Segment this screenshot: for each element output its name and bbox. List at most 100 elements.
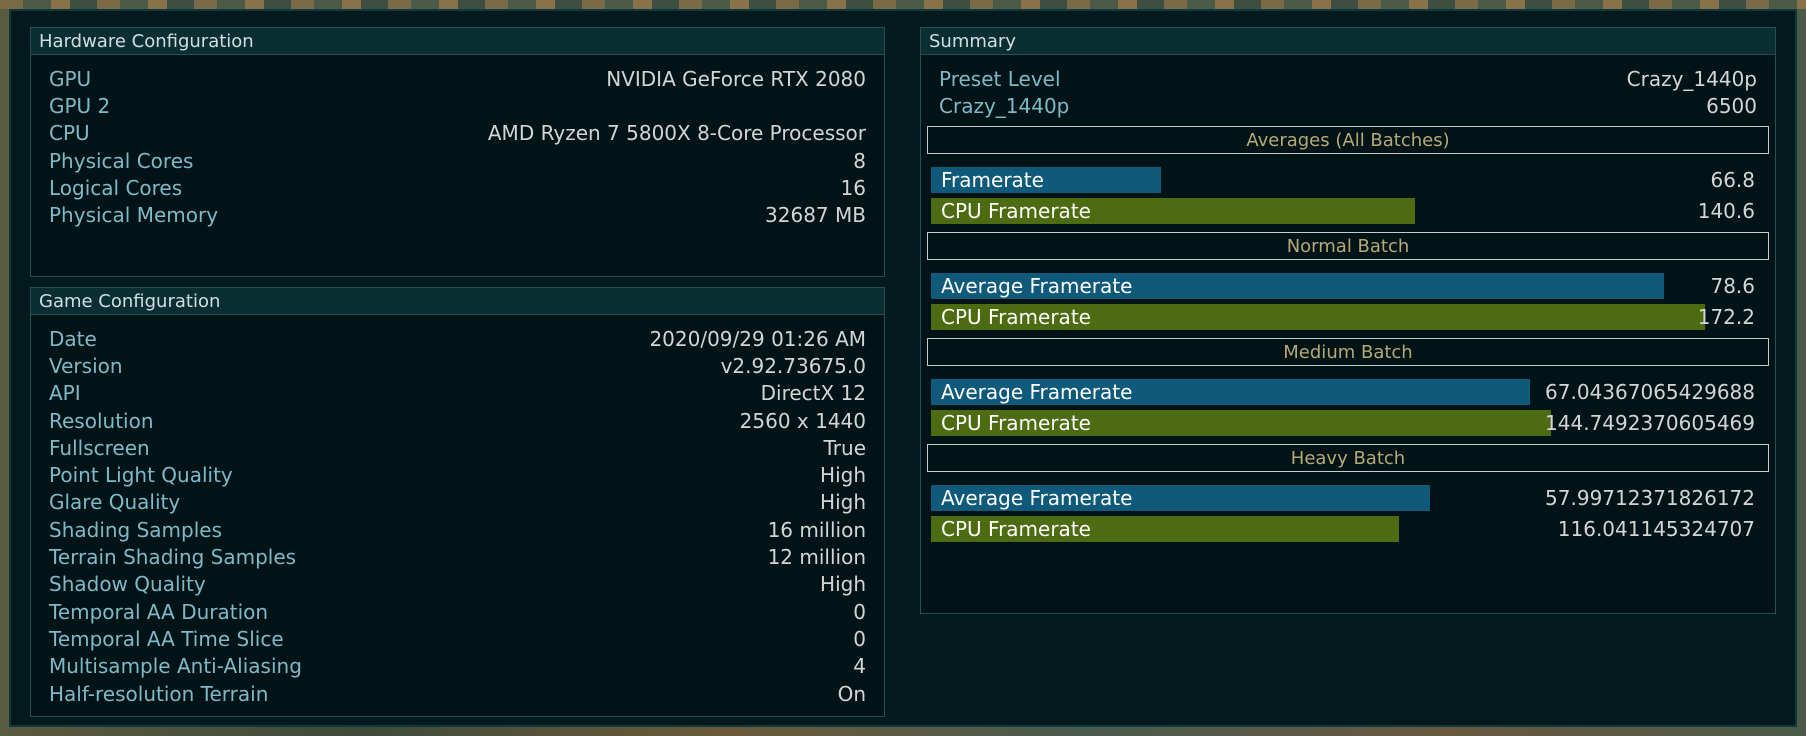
config-value: NVIDIA GeForce RTX 2080	[606, 66, 866, 91]
framerate-bar-row: Average Framerate 78.6	[931, 272, 1755, 300]
config-value: 12 million	[767, 545, 866, 570]
config-value: DirectX 12	[760, 381, 866, 406]
config-value: 8	[853, 148, 866, 173]
config-value: v2.92.73675.0	[720, 353, 866, 378]
config-value: High	[820, 490, 866, 515]
framerate-bar-row: CPU Framerate 140.6	[931, 197, 1755, 225]
config-row: Physical Memory 32687 MB	[49, 201, 866, 228]
config-label: Half-resolution Terrain	[49, 681, 269, 706]
bar-value: 78.6	[1710, 273, 1755, 298]
bar-value: 140.6	[1697, 198, 1755, 223]
game-config-header: Game Configuration	[30, 287, 885, 315]
config-row: Crazy_1440p 6500	[939, 92, 1757, 119]
bar-label: CPU Framerate	[941, 304, 1091, 329]
right-column: Summary Preset Level Crazy_1440p Crazy_144…	[920, 27, 1776, 614]
config-value: 16	[840, 175, 866, 200]
config-row: Preset Level Crazy_1440p	[939, 65, 1757, 92]
game-config-panel: Date 2020/09/29 01:26 AM Version v2.92.7367…	[30, 315, 885, 717]
batch-section-title: Normal Batch	[927, 231, 1769, 260]
config-label: API	[49, 381, 81, 406]
bar-label: CPU Framerate	[941, 516, 1091, 541]
config-label: Physical Cores	[49, 148, 194, 173]
config-row: Half-resolution Terrain On	[49, 680, 866, 707]
config-row: GPU 2	[49, 92, 866, 119]
framerate-bar-row: Average Framerate 57.99712371826172	[931, 484, 1755, 512]
config-label: Preset Level	[939, 66, 1061, 91]
batch-section-title: Medium Batch	[927, 337, 1769, 366]
config-label: Point Light Quality	[49, 463, 233, 488]
hardware-config-panel: GPU NVIDIA GeForce RTX 2080 GPU 2 CPU AMD Ry…	[30, 55, 885, 277]
config-row: Temporal AA Time Slice 0	[49, 625, 866, 652]
config-row: Shadow Quality High	[49, 571, 866, 598]
config-value: AMD Ryzen 7 5800X 8-Core Processor	[487, 121, 866, 146]
batch-section-title: Averages (All Batches)	[927, 125, 1769, 154]
config-value: 6500	[1706, 93, 1757, 118]
config-row: Physical Cores 8	[49, 147, 866, 174]
config-label: Logical Cores	[49, 175, 183, 200]
config-label: Temporal AA Time Slice	[49, 626, 284, 651]
config-label: GPU	[49, 66, 92, 91]
config-row: Glare Quality High	[49, 489, 866, 516]
config-row: Version v2.92.73675.0	[49, 352, 866, 379]
bar-value: 144.7492370605469	[1545, 410, 1755, 435]
config-label: Date	[49, 326, 97, 351]
config-label: Temporal AA Duration	[49, 599, 269, 624]
hardware-config-header: Hardware Configuration	[30, 27, 885, 55]
config-value: 2020/09/29 01:26 AM	[649, 326, 866, 351]
config-row: Resolution 2560 x 1440	[49, 407, 866, 434]
config-row: Date 2020/09/29 01:26 AM	[49, 325, 866, 352]
framerate-bar-row: Framerate 66.8	[931, 166, 1755, 194]
config-row: Point Light Quality High	[49, 461, 866, 488]
bar-value: 66.8	[1710, 167, 1755, 192]
config-value: High	[820, 572, 866, 597]
bar-label: Average Framerate	[941, 273, 1133, 298]
config-value: 0	[853, 626, 866, 651]
bar-value: 57.99712371826172	[1545, 485, 1755, 510]
config-label: Crazy_1440p	[939, 93, 1070, 118]
bar-label: CPU Framerate	[941, 410, 1091, 435]
config-label: Fullscreen	[49, 435, 150, 460]
bar-value: 67.04367065429688	[1545, 379, 1755, 404]
config-row: Terrain Shading Samples 12 million	[49, 543, 866, 570]
framerate-bar-row: Average Framerate 67.04367065429688	[931, 378, 1755, 406]
config-label: Shading Samples	[49, 517, 223, 542]
framerate-bar-row: CPU Framerate 144.7492370605469	[931, 409, 1755, 437]
config-value: True	[823, 435, 866, 460]
config-value: 32687 MB	[765, 203, 866, 228]
config-row: API DirectX 12	[49, 380, 866, 407]
config-value: 16 million	[767, 517, 866, 542]
background-strip	[0, 0, 1806, 9]
bar-label: Average Framerate	[941, 485, 1133, 510]
bar-value: 116.041145324707	[1557, 516, 1755, 541]
config-label: Terrain Shading Samples	[49, 545, 297, 570]
config-value: 0	[853, 599, 866, 624]
config-row: Temporal AA Duration 0	[49, 598, 866, 625]
bar-label: CPU Framerate	[941, 198, 1091, 223]
framerate-bar-row: CPU Framerate 172.2	[931, 303, 1755, 331]
config-label: GPU 2	[49, 93, 111, 118]
config-row: Fullscreen True	[49, 434, 866, 461]
config-value: 2560 x 1440	[739, 408, 866, 433]
summary-panel: Preset Level Crazy_1440p Crazy_1440p 6500 A…	[920, 55, 1776, 614]
config-label: Multisample Anti-Aliasing	[49, 654, 302, 679]
config-label: CPU	[49, 121, 90, 146]
config-row: GPU NVIDIA GeForce RTX 2080	[49, 65, 866, 92]
framerate-bar-row: CPU Framerate 116.041145324707	[931, 515, 1755, 543]
summary-header: Summary	[920, 27, 1776, 55]
batch-section-title: Heavy Batch	[927, 443, 1769, 472]
left-column: Hardware Configuration GPU NVIDIA GeForce…	[30, 27, 885, 717]
bar-label: Average Framerate	[941, 379, 1133, 404]
bar-value: 172.2	[1697, 304, 1755, 329]
config-label: Physical Memory	[49, 203, 219, 228]
bar-label: Framerate	[941, 167, 1044, 192]
config-label: Resolution	[49, 408, 154, 433]
config-value: Crazy_1440p	[1626, 66, 1757, 91]
config-value: On	[837, 681, 866, 706]
config-value: High	[820, 463, 866, 488]
config-row: Logical Cores 16	[49, 174, 866, 201]
config-value: 4	[853, 654, 866, 679]
config-row: CPU AMD Ryzen 7 5800X 8-Core Processor	[49, 120, 866, 147]
config-label: Glare Quality	[49, 490, 181, 515]
config-row: Multisample Anti-Aliasing 4	[49, 653, 866, 680]
config-label: Shadow Quality	[49, 572, 206, 597]
